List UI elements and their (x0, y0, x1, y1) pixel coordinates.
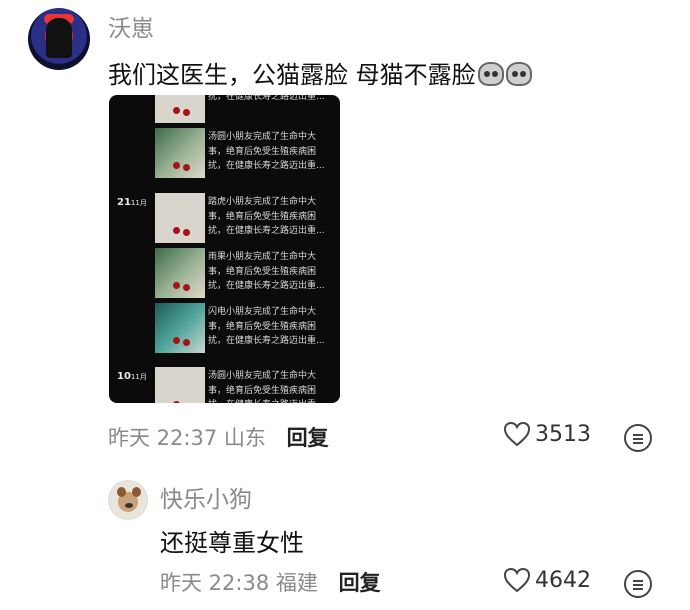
thumbnail-post-row: 雨果小朋友完成了生命中大 事，绝育后免受生殖疾病困 扰，在健康长寿之路迈出重... (109, 248, 340, 308)
cat-face-icon (505, 62, 532, 86)
thumbnail-caption: 踏虎小朋友完成了生命中大 事，绝育后免受生殖疾病困 扰，在健康长寿之路迈出重... (208, 195, 336, 239)
thumbnail-caption-line: 事，绝育后免受生殖疾病困 (208, 266, 317, 277)
reply-button[interactable]: 回复 (339, 571, 381, 595)
dog-ear-shape (132, 487, 141, 497)
thumbnail-photo (155, 303, 205, 353)
thumbnail-date-month: 11月 (130, 199, 147, 207)
thumbnail-date-month: 11月 (130, 373, 147, 381)
reply-location: 福建 (275, 571, 318, 595)
thumbnail-photo (155, 367, 205, 403)
avatar[interactable] (108, 480, 148, 520)
cat-face-icon (477, 62, 504, 86)
thumbnail-caption-line: 雨果小朋友完成了生命中大 (208, 252, 317, 262)
avatar[interactable] (28, 8, 90, 70)
thumbnail-photo (155, 95, 205, 123)
thumbnail-caption-line: 事，绝育后免受生殖疾病困 (208, 321, 317, 332)
blood-dot (183, 164, 190, 171)
comment-main: 沃崽 我们这医生，公猫露脸 母猫不露脸 扰，在健康长寿之路迈出重... 汤圆小朋友… (0, 0, 690, 460)
blood-dot (183, 284, 190, 291)
comment-username[interactable]: 沃崽 (108, 9, 154, 43)
thumbnail-caption-line: 踏虎小朋友完成了生命中大 (208, 197, 317, 207)
like-count: 4642 (535, 567, 591, 593)
thumbnail-caption-line: 汤圆小朋友完成了生命中大 (208, 371, 317, 381)
heart-icon (503, 567, 531, 593)
thumbnail-post-row: 闪电小朋友完成了生命中大 事，绝育后免受生殖疾病困 扰，在健康长寿之路迈出重... (109, 303, 340, 363)
comment-reply: 快乐小狗 还挺尊重女性 昨天 22:38 福建 回复 4642 (0, 468, 690, 610)
comment-text-body: 我们这医生，公猫露脸 母猫不露脸 (108, 61, 476, 89)
blood-dot (173, 227, 180, 234)
reply-time: 昨天 22:38 (160, 571, 270, 595)
comment-location: 山东 (223, 426, 266, 450)
blood-dot (183, 109, 190, 116)
blood-dot (183, 339, 190, 346)
thumbnail-post-row: 汤圆小朋友完成了生命中大 事，绝育后免受生殖疾病困 扰，在健康长寿之路迈出重... (109, 128, 340, 188)
thumbnail-post-row: 汤圆小朋友完成了生命中大事，绝育后免受生殖疾病困扰，在健康长寿之路迈出重... 1… (109, 367, 340, 403)
thumbnail-caption-line: 闪电小朋友完成了生命中大 (208, 307, 317, 317)
blood-dot (173, 337, 180, 344)
thumbnail-post-row: 踏虎小朋友完成了生命中大 事，绝育后免受生殖疾病困 扰，在健康长寿之路迈出重... 2… (109, 193, 340, 253)
reply-username[interactable]: 快乐小狗 (160, 480, 252, 514)
thumbnail-caption-line: 扰，在健康长寿之路迈出重... (208, 336, 325, 346)
thumbnail-caption-line: 汤圆小朋友完成了生命中大 (208, 132, 317, 142)
thumbnail-date-day: 10 (117, 371, 131, 382)
comment-image-thumbnail[interactable]: 扰，在健康长寿之路迈出重... 汤圆小朋友完成了生命中大 事，绝育后免受生殖疾病困扰… (109, 95, 340, 403)
reply-meta: 昨天 22:38 福建 回复 (160, 567, 381, 597)
thumbnail-caption-line: 事，绝育后免受生殖疾病困 (208, 385, 317, 396)
thumbnail-caption: 汤圆小朋友完成了生命中大事，绝育后免受生殖疾病困扰，在健康长寿之路迈出重... (208, 369, 336, 403)
blood-dot (173, 401, 180, 403)
blood-dot (173, 282, 180, 289)
heart-icon (503, 421, 531, 447)
thumbnail-photo (155, 193, 205, 243)
thumbnail-caption-line: 事，绝育后免受生殖疾病困 (208, 211, 317, 222)
thumbnail-caption: 闪电小朋友完成了生命中大 事，绝育后免受生殖疾病困 扰，在健康长寿之路迈出重... (208, 305, 336, 349)
thumbnail-caption: 雨果小朋友完成了生命中大 事，绝育后免受生殖疾病困 扰，在健康长寿之路迈出重... (208, 250, 336, 294)
like-button[interactable]: 3513 (503, 421, 591, 447)
thumbnail-date: 1011月 (117, 371, 147, 382)
like-button[interactable]: 4642 (503, 567, 591, 593)
like-count: 3513 (535, 421, 591, 447)
thumbnail-caption: 汤圆小朋友完成了生命中大事，绝育后免受生殖疾病困扰，在健康长寿之路迈出重... (208, 130, 336, 174)
thumbnail-caption-line: 事，绝育后免受生殖疾病困 (208, 146, 317, 157)
thumbnail-caption-line: 扰，在健康长寿之路迈出重... (208, 281, 325, 291)
thumbnail-caption: 扰，在健康长寿之路迈出重... (208, 95, 336, 104)
thumbnail-photo (155, 128, 205, 178)
thumbnail-caption-line: 扰，在健康长寿之路迈出重... (208, 226, 325, 236)
blood-dot (173, 107, 180, 114)
comment-text: 我们这医生，公猫露脸 母猫不露脸 (108, 55, 532, 90)
reply-text: 还挺尊重女性 (160, 529, 304, 557)
thumbnail-caption-line: 扰，在健康长寿之路迈出重... (208, 398, 336, 403)
thumbnail-date: 2111月 (117, 197, 147, 208)
dog-nose-shape (125, 503, 133, 508)
dog-ear-shape (117, 487, 126, 497)
comment-meta: 昨天 22:37 山东 回复 (108, 422, 329, 452)
thumbnail-date-day: 21 (117, 197, 131, 208)
blood-dot (183, 229, 190, 236)
more-options-icon[interactable] (624, 424, 652, 452)
avatar-figure-shape (46, 18, 72, 58)
more-options-icon[interactable] (624, 570, 652, 598)
blood-dot (173, 162, 180, 169)
thumbnail-caption-line: 扰，在健康长寿之路迈出重... (208, 161, 325, 171)
reply-button[interactable]: 回复 (287, 426, 329, 450)
thumbnail-photo (155, 248, 205, 298)
thumbnail-caption-line: 扰，在健康长寿之路迈出重... (208, 95, 325, 102)
comment-time: 昨天 22:37 (108, 426, 218, 450)
